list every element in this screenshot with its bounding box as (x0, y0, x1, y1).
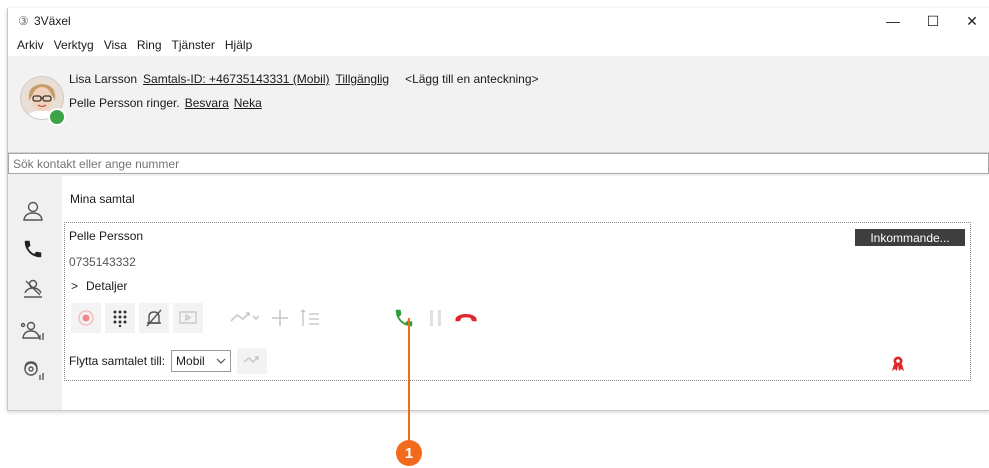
minimize-button[interactable]: — (873, 10, 913, 32)
switchboard-icon[interactable] (20, 276, 46, 302)
app-window: ③ 3Växel — ☐ ✕ Arkiv Verktyg Visa Ring T… (7, 8, 989, 411)
merge-calls-icon[interactable] (295, 303, 325, 333)
maximize-button[interactable]: ☐ (913, 10, 953, 32)
close-button[interactable]: ✕ (952, 10, 989, 32)
queue-icon[interactable] (20, 358, 46, 384)
caller-name: Pelle Persson (69, 229, 144, 243)
mute-button[interactable] (139, 303, 169, 333)
status-header: Lisa Larsson Samtals-ID: +46735143331 (M… (8, 56, 989, 153)
window-title: 3Växel (34, 14, 71, 28)
section-title: Mina samtal (70, 192, 135, 206)
callout-badge: 1 (396, 440, 422, 466)
add-call-icon[interactable] (265, 303, 295, 333)
menu-hjalp[interactable]: Hjälp (220, 38, 257, 52)
move-call-button[interactable] (237, 348, 268, 374)
main-content: Mina samtal Pelle Persson 0735143332 > D… (62, 176, 989, 410)
answer-call-button[interactable] (389, 303, 419, 333)
menu-tjanster[interactable]: Tjänster (167, 38, 220, 52)
transfer-target-select[interactable]: Mobil (171, 350, 232, 372)
ribbon-icon (891, 356, 905, 375)
contacts-icon[interactable] (20, 198, 46, 224)
hang-up-button[interactable] (451, 303, 481, 333)
title-bar: ③ 3Växel — ☐ ✕ (8, 8, 989, 34)
call-status-badge: Inkommande... (855, 229, 965, 246)
call-toolbar (65, 303, 565, 335)
groups-icon[interactable] (20, 318, 46, 344)
menu-visa[interactable]: Visa (99, 38, 132, 52)
availability-status-indicator (48, 108, 66, 126)
screen-share-button[interactable] (173, 303, 203, 333)
transfer-row: Flytta samtalet till: Mobil (69, 348, 268, 374)
decline-link[interactable]: Neka (234, 96, 262, 110)
user-name: Lisa Larsson (69, 72, 138, 86)
search-input[interactable] (8, 153, 989, 174)
menu-verktyg[interactable]: Verktyg (49, 38, 99, 52)
phone-icon[interactable] (20, 236, 46, 262)
hold-button[interactable] (421, 303, 451, 333)
add-note-link[interactable]: <Lägg till en anteckning> (405, 72, 538, 86)
dialpad-button[interactable] (105, 303, 135, 333)
details-label: Detaljer (86, 279, 128, 293)
callout-line (408, 318, 410, 440)
transfer-label: Flytta samtalet till: (69, 354, 166, 368)
user-status-line: Lisa Larsson Samtals-ID: +46735143331 (M… (69, 72, 539, 86)
answer-link[interactable]: Besvara (185, 96, 229, 110)
transfer-selected-value: Mobil (176, 354, 205, 368)
chevron-right-icon: > (71, 279, 79, 293)
menu-ring[interactable]: Ring (132, 38, 167, 52)
caller-id-link[interactable]: Samtals-ID: +46735143331 (Mobil) (143, 72, 329, 86)
menu-arkiv[interactable]: Arkiv (12, 38, 49, 52)
chevron-down-icon (216, 354, 226, 368)
caller-number: 0735143332 (69, 255, 136, 269)
active-call-card: Pelle Persson 0735143332 > Detaljer Inko… (64, 222, 971, 381)
sidebar (8, 176, 62, 410)
details-toggle[interactable]: > Detaljer (71, 279, 127, 293)
app-logo-icon: ③ (18, 14, 29, 28)
menu-bar: Arkiv Verktyg Visa Ring Tjänster Hjälp (8, 34, 989, 56)
record-button[interactable] (71, 303, 101, 333)
incoming-call-text: Pelle Persson ringer. (69, 96, 180, 110)
incoming-call-line: Pelle Persson ringer. Besvara Neka (69, 96, 262, 110)
availability-link[interactable]: Tillgänglig (335, 72, 389, 86)
transfer-button[interactable] (229, 303, 259, 333)
